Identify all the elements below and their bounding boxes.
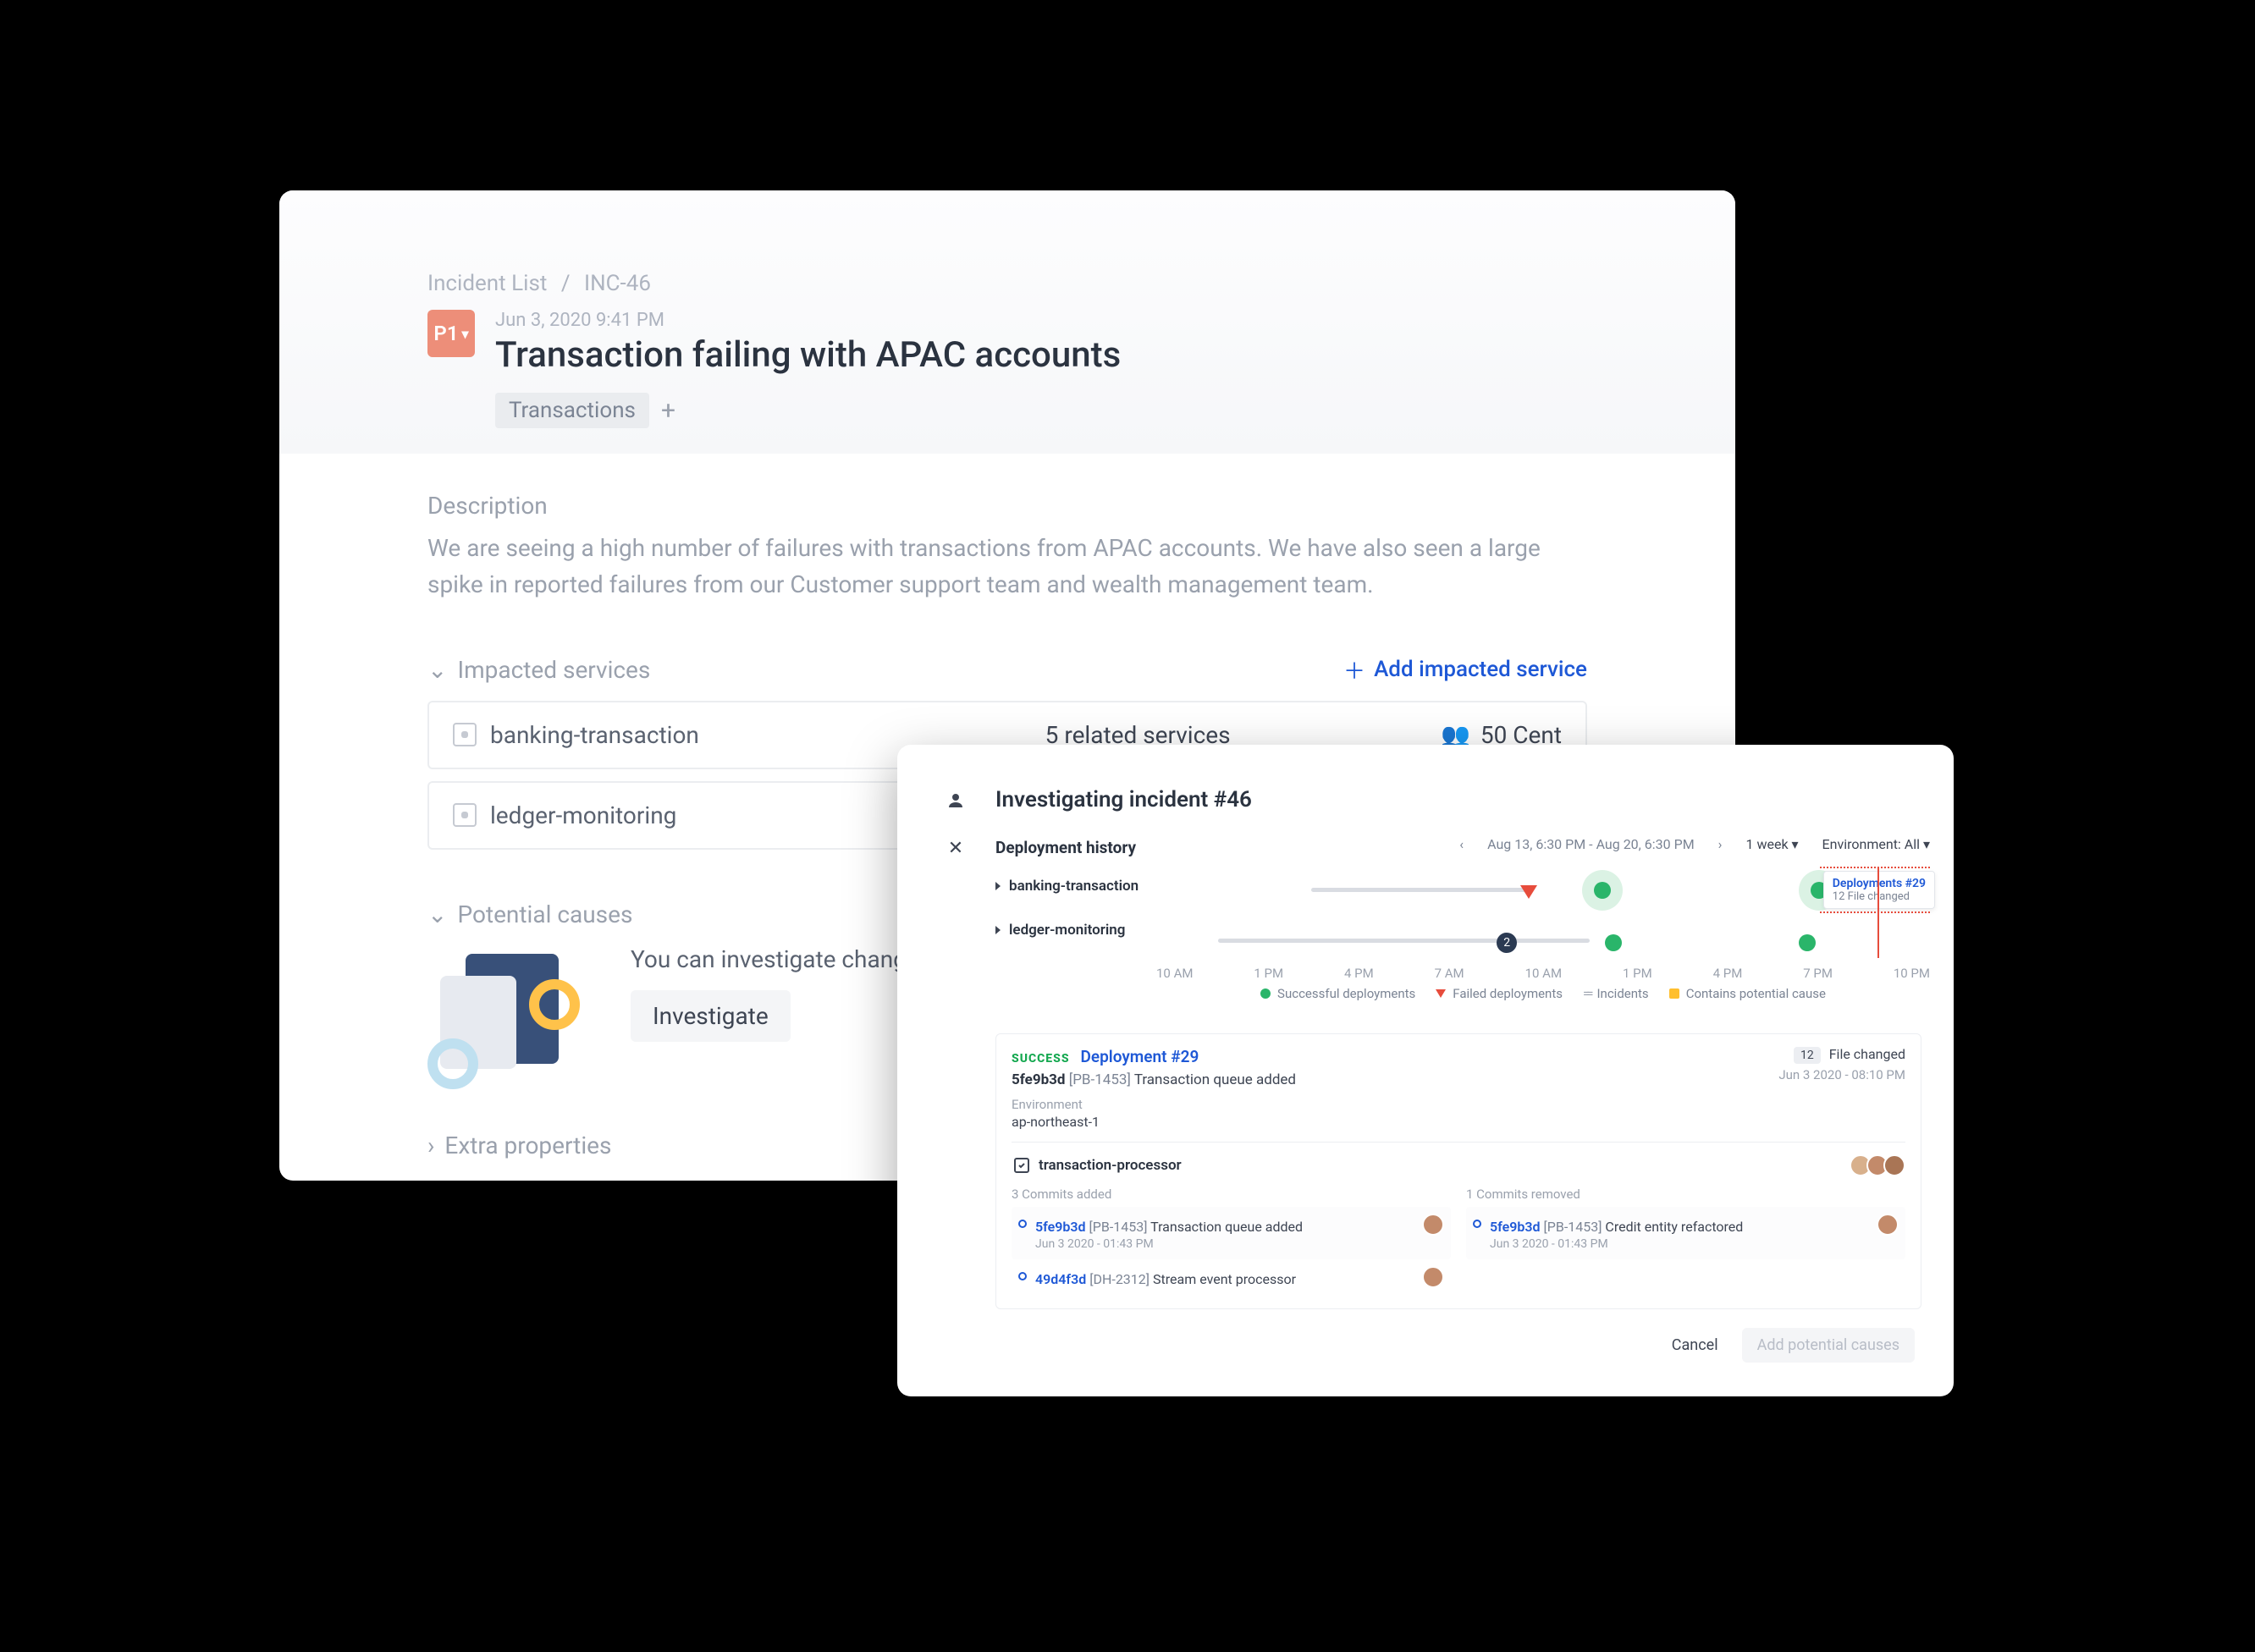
potential-causes-label: Potential causes bbox=[457, 900, 632, 928]
environment-value: ap-northeast-1 bbox=[1012, 1114, 1296, 1130]
deployment-timestamp: Jun 3 2020 - 08:10 PM bbox=[1778, 1067, 1905, 1082]
successful-deployment-marker[interactable] bbox=[1799, 934, 1816, 951]
extra-properties-label: Extra properties bbox=[444, 1132, 611, 1159]
avatar bbox=[1422, 1214, 1444, 1236]
arrow-left-icon[interactable]: ‹ bbox=[1459, 836, 1464, 852]
timeline-tick: 10 AM bbox=[1156, 966, 1193, 981]
incident-header: Incident List / INC-46 P1 ▾ Jun 3, 2020 … bbox=[279, 190, 1735, 454]
breadcrumb: Incident List / INC-46 bbox=[427, 271, 1587, 296]
deployment-service-link[interactable]: transaction-processor bbox=[1012, 1154, 1182, 1176]
page-title: Transaction failing with APAC accounts bbox=[495, 334, 1121, 376]
arrow-right-icon[interactable]: › bbox=[1718, 836, 1723, 852]
deployment-detail: SUCCESS Deployment #29 5fe9b3d [PB-1453]… bbox=[995, 1033, 1921, 1309]
tag-transactions[interactable]: Transactions bbox=[495, 393, 649, 428]
add-impacted-service-label: Add impacted service bbox=[1374, 657, 1587, 682]
close-icon[interactable]: ✕ bbox=[948, 838, 963, 859]
priority-badge[interactable]: P1 ▾ bbox=[427, 310, 475, 357]
timeline-tick: 1 PM bbox=[1623, 966, 1652, 981]
deployment-history-label: Deployment history bbox=[995, 838, 1136, 857]
timeline-service-name: banking-transaction bbox=[1009, 878, 1139, 895]
commits-added-label: 3 Commits added bbox=[1012, 1187, 1451, 1202]
commit-dot-icon bbox=[1473, 1220, 1481, 1228]
timeline-tick: 4 PM bbox=[1713, 966, 1743, 981]
timeline-tick: 7 PM bbox=[1803, 966, 1833, 981]
investigate-button[interactable]: Investigate bbox=[631, 990, 791, 1042]
commit-row[interactable]: 49d4f3d [DH-2312] Stream event processor bbox=[1012, 1259, 1451, 1297]
extra-properties-toggle[interactable]: › Extra properties bbox=[427, 1132, 611, 1159]
legend-success: Successful deployments bbox=[1277, 986, 1415, 1001]
legend-failed: Failed deployments bbox=[1453, 986, 1563, 1001]
commit-dot-icon bbox=[1018, 1220, 1027, 1228]
window-dropdown[interactable]: 1 week ▾ bbox=[1745, 836, 1798, 852]
plus-icon: ＋ bbox=[1343, 654, 1365, 686]
commits-removed-label: 1 Commits removed bbox=[1466, 1187, 1905, 1202]
contributor-avatars[interactable] bbox=[1855, 1154, 1905, 1176]
description-text: We are seeing a high number of failures … bbox=[427, 530, 1587, 603]
legend-incidents: Incidents bbox=[1596, 986, 1648, 1001]
timeline-tick: 7 AM bbox=[1435, 966, 1464, 981]
cancel-button[interactable]: Cancel bbox=[1667, 1328, 1723, 1363]
deployment-timeline[interactable]: 2 Deployments #29 12 File changed bbox=[1156, 864, 1930, 1008]
add-impacted-service-link[interactable]: ＋ Add impacted service bbox=[1343, 654, 1587, 686]
avatar bbox=[1883, 1154, 1905, 1176]
priority-label: P1 bbox=[433, 322, 458, 345]
chevron-right-icon: › bbox=[427, 1132, 434, 1159]
commit-row[interactable]: 5fe9b3d [PB-1453] Transaction queue adde… bbox=[1012, 1207, 1451, 1259]
investigate-modal: ✕ Investigating incident #46 Deployment … bbox=[897, 745, 1954, 1396]
date-range[interactable]: Aug 13, 6:30 PM - Aug 20, 6:30 PM bbox=[1487, 836, 1695, 852]
failed-deployment-marker[interactable] bbox=[1520, 885, 1537, 899]
breadcrumb-separator: / bbox=[561, 271, 571, 296]
modal-title: Investigating incident #46 bbox=[995, 787, 1930, 812]
chevron-right-icon bbox=[995, 882, 1001, 890]
deployment-head-commit: 5fe9b3d [PB-1453] Transaction queue adde… bbox=[1012, 1071, 1296, 1088]
files-changed-label: File changed bbox=[1829, 1046, 1905, 1062]
chevron-down-icon: ▾ bbox=[462, 326, 469, 342]
timeline-service-name: ledger-monitoring bbox=[1009, 922, 1125, 939]
service-name: banking-transaction bbox=[490, 721, 699, 749]
service-name: ledger-monitoring bbox=[490, 801, 676, 829]
timeline-tick: 10 PM bbox=[1894, 966, 1930, 981]
successful-deployment-marker[interactable] bbox=[1605, 934, 1622, 951]
commit-dot-icon bbox=[1018, 1272, 1027, 1280]
chevron-right-icon bbox=[995, 926, 1001, 934]
timeline-tick: 1 PM bbox=[1254, 966, 1283, 981]
incident-timestamp: Jun 3, 2020 9:41 PM bbox=[495, 310, 1121, 331]
investigate-illustration bbox=[427, 945, 597, 1089]
overflow-count-badge[interactable]: 2 bbox=[1497, 933, 1517, 953]
investigation-icon bbox=[946, 790, 966, 811]
avatar bbox=[1422, 1266, 1444, 1288]
potential-causes-toggle[interactable]: ⌄ Potential causes bbox=[427, 900, 632, 928]
legend-potential: Contains potential cause bbox=[1686, 986, 1826, 1001]
service-icon bbox=[453, 723, 477, 746]
timeline-legend: Successful deployments Failed deployment… bbox=[1156, 986, 1930, 1001]
commit-row[interactable]: 5fe9b3d [PB-1453] Credit entity refactor… bbox=[1466, 1207, 1905, 1259]
add-potential-causes-button[interactable]: Add potential causes bbox=[1742, 1328, 1915, 1363]
add-tag-button[interactable]: + bbox=[661, 396, 675, 426]
breadcrumb-root[interactable]: Incident List bbox=[427, 271, 547, 296]
impacted-label: Impacted services bbox=[457, 656, 650, 684]
environment-label: Environment bbox=[1012, 1097, 1296, 1112]
avatar bbox=[1877, 1214, 1899, 1236]
deployment-status: SUCCESS bbox=[1012, 1052, 1070, 1066]
timeline-tick: 4 PM bbox=[1344, 966, 1374, 981]
timeline-tick: 10 AM bbox=[1525, 966, 1562, 981]
environment-dropdown[interactable]: Environment: All ▾ bbox=[1822, 836, 1930, 852]
impacted-section-toggle[interactable]: ⌄ Impacted services bbox=[427, 656, 650, 684]
deployment-name-link[interactable]: Deployment #29 bbox=[1081, 1047, 1199, 1066]
timeline-service-row[interactable]: banking-transaction bbox=[995, 864, 1156, 908]
chevron-down-icon: ⌄ bbox=[427, 656, 447, 684]
files-count-badge: 12 bbox=[1794, 1047, 1821, 1064]
description-label: Description bbox=[427, 492, 1587, 520]
service-icon bbox=[1012, 1155, 1032, 1176]
chevron-down-icon: ⌄ bbox=[427, 900, 447, 928]
service-icon bbox=[453, 803, 477, 827]
timeline-service-row[interactable]: ledger-monitoring bbox=[995, 908, 1156, 952]
successful-deployment-marker[interactable] bbox=[1582, 870, 1623, 911]
breadcrumb-id[interactable]: INC-46 bbox=[584, 271, 651, 296]
